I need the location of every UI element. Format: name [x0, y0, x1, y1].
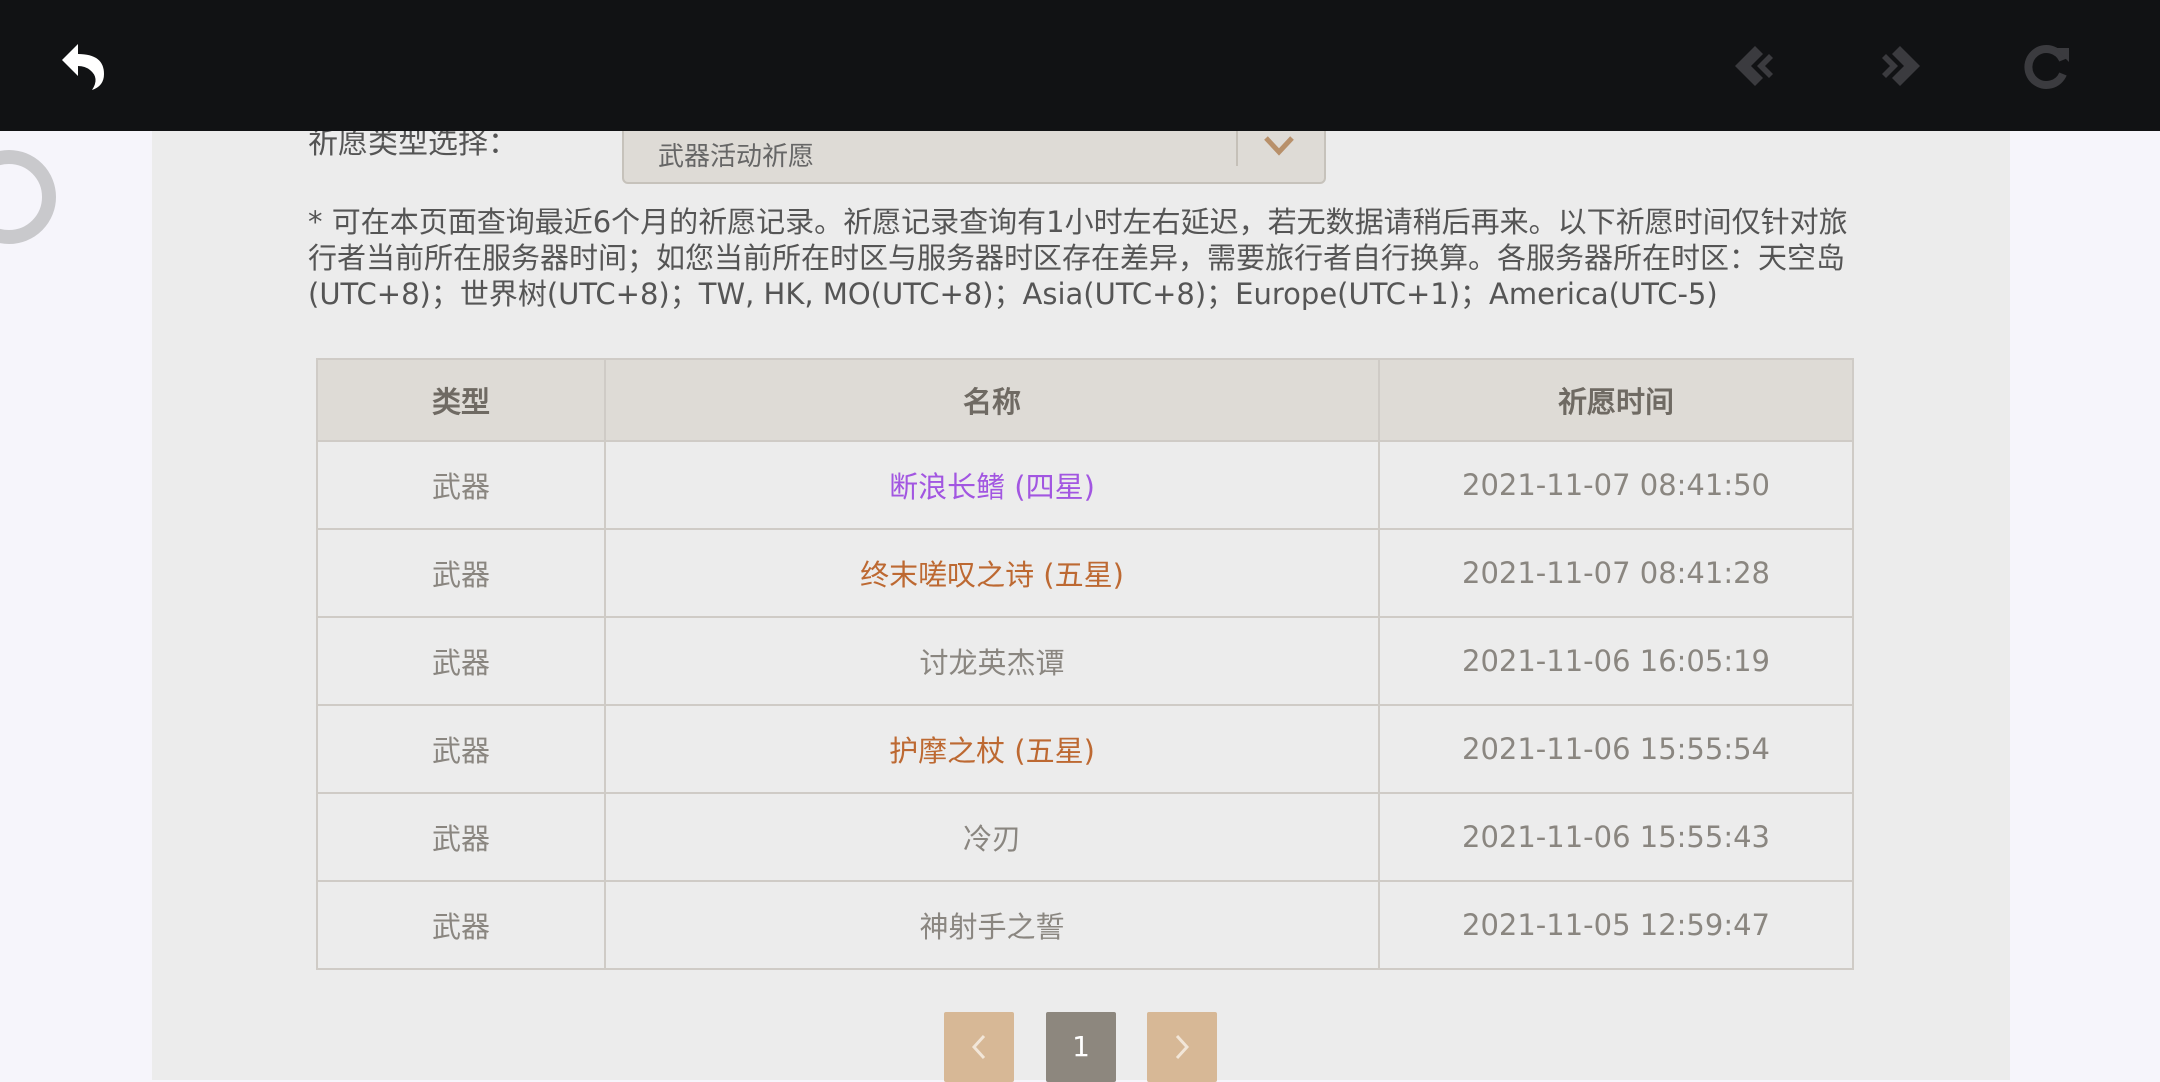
diamond-right-icon[interactable] [1868, 34, 1932, 98]
chevron-left-icon [971, 1034, 986, 1060]
diamond-left-icon[interactable] [1723, 34, 1787, 98]
cell-type: 武器 [316, 528, 606, 618]
table-row: 武器 断浪长鳍 (四星) 2021-11-07 08:41:50 [316, 440, 1854, 530]
cell-type: 武器 [316, 792, 606, 882]
history-table: 类型 名称 祈愿时间 武器 断浪长鳍 (四星) 2021-11-07 08:41… [316, 358, 1854, 970]
gacha-history-panel: 祈愿类型选择： 武器活动祈愿 * 可在本页面查询最近6个月的祈愿记录。祈愿记录查… [152, 80, 2010, 1082]
table-row: 武器 终末嗟叹之诗 (五星) 2021-11-07 08:41:28 [316, 528, 1854, 618]
header-name: 名称 [604, 358, 1380, 442]
cell-type: 武器 [316, 704, 606, 794]
table-row: 武器 冷刃 2021-11-06 15:55:43 [316, 792, 1854, 882]
top-toolbar [0, 0, 2160, 131]
cell-time: 2021-11-06 16:05:19 [1378, 616, 1854, 706]
table-row: 武器 讨龙英杰谭 2021-11-06 16:05:19 [316, 616, 1854, 706]
cell-time: 2021-11-06 15:55:43 [1378, 792, 1854, 882]
prev-page-button[interactable] [944, 1012, 1014, 1082]
reload-icon[interactable] [2015, 34, 2079, 98]
table-header-row: 类型 名称 祈愿时间 [316, 358, 1854, 442]
cell-name: 护摩之杖 (五星) [604, 704, 1380, 794]
chevron-down-icon [1264, 136, 1294, 156]
cell-time: 2021-11-05 12:59:47 [1378, 880, 1854, 970]
header-time: 祈愿时间 [1378, 358, 1854, 442]
table-row: 武器 护摩之杖 (五星) 2021-11-06 15:55:54 [316, 704, 1854, 794]
notice-text: * 可在本页面查询最近6个月的祈愿记录。祈愿记录查询有1小时左右延迟，若无数据请… [308, 205, 1848, 311]
cell-time: 2021-11-07 08:41:28 [1378, 528, 1854, 618]
next-page-button[interactable] [1147, 1012, 1217, 1082]
chevron-right-icon [1175, 1034, 1190, 1060]
table-row: 武器 神射手之誓 2021-11-05 12:59:47 [316, 880, 1854, 970]
cell-time: 2021-11-07 08:41:50 [1378, 440, 1854, 530]
cell-name: 断浪长鳍 (四星) [604, 440, 1380, 530]
wish-type-value: 武器活动祈愿 [658, 142, 815, 172]
cell-type: 武器 [316, 616, 606, 706]
floating-assist-button[interactable] [0, 150, 56, 244]
cell-name: 冷刃 [604, 792, 1380, 882]
page-number-button[interactable]: 1 [1046, 1012, 1116, 1082]
cell-time: 2021-11-06 15:55:54 [1378, 704, 1854, 794]
cell-name: 神射手之誓 [604, 880, 1380, 970]
header-type: 类型 [316, 358, 606, 442]
cell-type: 武器 [316, 880, 606, 970]
undo-arrow-icon[interactable] [52, 34, 116, 98]
cell-name: 讨龙英杰谭 [604, 616, 1380, 706]
cell-name: 终末嗟叹之诗 (五星) [604, 528, 1380, 618]
cell-type: 武器 [316, 440, 606, 530]
